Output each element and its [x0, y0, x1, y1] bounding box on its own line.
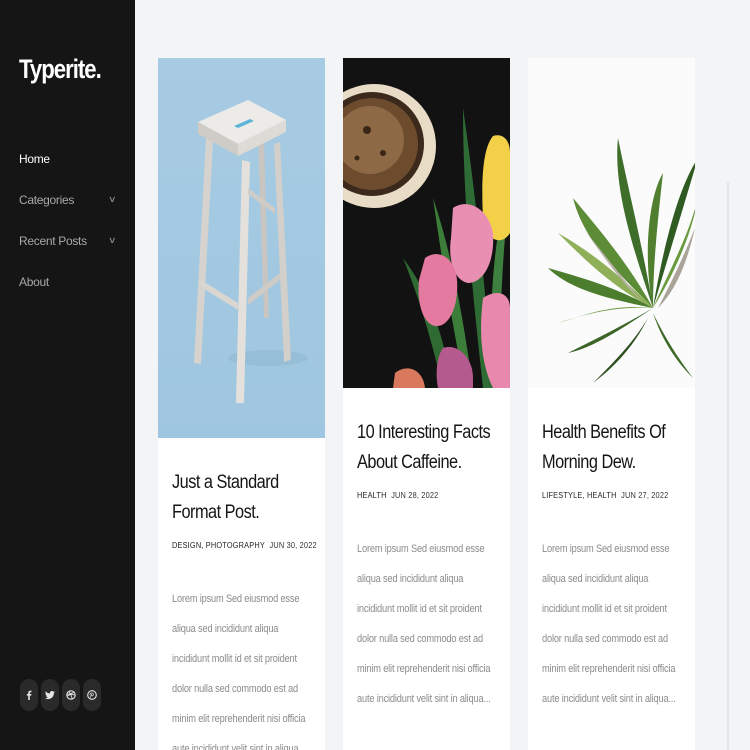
nav-item-home[interactable]: Home [19, 138, 115, 179]
nav-item-categories[interactable]: Categories ∨ [19, 179, 117, 220]
coffee-tulips-image [343, 58, 510, 388]
chevron-down-icon: ∨ [107, 235, 117, 245]
social-links [20, 679, 101, 711]
post-excerpt: Lorem ipsum Sed eiusmod esse aliqua sed … [172, 593, 306, 750]
post-image[interactable] [343, 58, 510, 388]
post-date: Jun 28, 2022 [391, 491, 439, 500]
post-meta: Lifestyle, Health Jun 27, 2022 [542, 491, 668, 500]
post-title[interactable]: Health Benefits Of Morning Dew. [542, 418, 693, 478]
post-meta: Health Jun 28, 2022 [357, 491, 438, 500]
post-excerpt: Lorem ipsum Sed eiusmod esse aliqua sed … [357, 543, 491, 705]
stool-image [158, 58, 325, 438]
sidebar: Typerite. Home Categories ∨ Recent Posts… [0, 0, 135, 750]
nav-item-label: About [19, 274, 49, 289]
post-card[interactable]: 10 Interesting Facts About Caffeine. Hea… [343, 58, 510, 750]
site-logo[interactable]: Typerite. [19, 54, 102, 85]
nav-item-label: Categories [19, 192, 75, 207]
dribbble-icon[interactable] [62, 679, 80, 711]
post-categories[interactable]: Health [357, 491, 387, 500]
post-excerpt: Lorem ipsum Sed eiusmod esse aliqua sed … [542, 543, 676, 705]
main-nav: Home Categories ∨ Recent Posts ∨ About [19, 138, 117, 302]
nav-item-recent-posts[interactable]: Recent Posts ∨ [19, 220, 117, 261]
post-date: Jun 27, 2022 [621, 491, 669, 500]
nav-item-label: Recent Posts [19, 233, 87, 248]
post-card[interactable]: Health Benefits Of Morning Dew. Lifestyl… [528, 58, 695, 750]
pinterest-icon[interactable] [83, 679, 101, 711]
nav-item-about[interactable]: About [19, 261, 115, 302]
chevron-down-icon: ∨ [107, 194, 117, 204]
post-title[interactable]: 10 Interesting Facts About Caffeine. [357, 418, 508, 478]
post-date: Jun 30, 2022 [269, 541, 317, 550]
post-card[interactable]: Just a Standard Format Post. Design, Pho… [158, 58, 325, 750]
post-categories[interactable]: Design, Photography [172, 541, 265, 550]
post-image[interactable] [528, 58, 695, 388]
post-image[interactable] [158, 58, 325, 438]
twitter-icon[interactable] [41, 679, 59, 711]
post-categories[interactable]: Lifestyle, Health [542, 491, 617, 500]
scrollbar[interactable] [727, 182, 729, 750]
facebook-icon[interactable] [20, 679, 38, 711]
plant-image [528, 58, 695, 388]
post-meta: Design, Photography Jun 30, 2022 [172, 541, 317, 550]
post-title[interactable]: Just a Standard Format Post. [172, 468, 323, 528]
nav-item-label: Home [19, 151, 50, 166]
